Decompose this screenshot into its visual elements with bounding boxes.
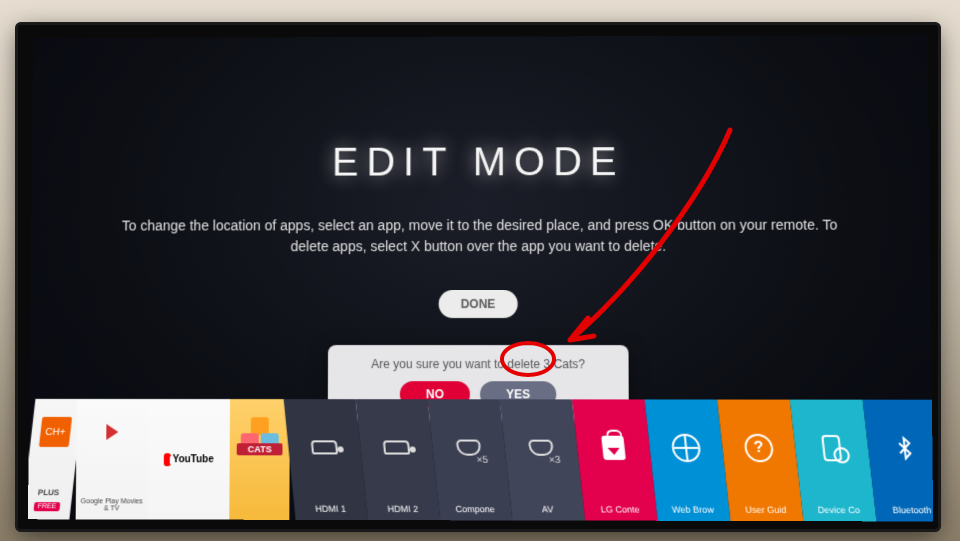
- app-tile-component[interactable]: ×5 Compone: [428, 399, 513, 520]
- app-tile-hdmi2[interactable]: HDMI 2: [356, 399, 441, 520]
- lgcontent-label: LG Conte: [587, 504, 653, 514]
- hdmi-icon: [311, 440, 338, 454]
- device-connector-icon: [821, 435, 842, 461]
- bluetooth-label: Bluetooth: [879, 505, 933, 515]
- globe-icon: [670, 434, 701, 462]
- channelplus-label: PLUS: [37, 488, 59, 497]
- av-plug-icon: ×3: [528, 440, 554, 456]
- av-label: AV: [515, 504, 581, 514]
- shopping-bag-icon: [601, 436, 626, 460]
- deviceconnector-label: Device Co: [806, 505, 872, 515]
- userguide-label: User Guid: [733, 505, 799, 515]
- app-tile-av[interactable]: ×3 AV: [500, 399, 585, 520]
- app-tile-lgcontent[interactable]: LG Conte: [572, 399, 658, 520]
- bluetooth-icon: [891, 436, 918, 460]
- component-label: Compone: [442, 504, 507, 514]
- app-tile-cats[interactable]: CATS: [229, 399, 290, 520]
- app-tile-hdmi1[interactable]: HDMI 1: [284, 399, 368, 520]
- question-icon: ?: [743, 434, 774, 462]
- app-tile-webbrowser[interactable]: Web Brow: [645, 399, 731, 520]
- done-button[interactable]: DONE: [439, 290, 518, 318]
- cats-icon: CATS: [237, 429, 283, 465]
- googleplay-label: Google Play Movies & TV: [80, 498, 144, 514]
- hdmi-icon: [383, 440, 410, 454]
- app-tile-userguide[interactable]: ? User Guid: [717, 400, 803, 522]
- hdmi1-label: HDMI 1: [298, 504, 363, 514]
- hdmi2-label: HDMI 2: [370, 504, 435, 514]
- component-plug-icon: ×5: [456, 440, 482, 456]
- webbrowser-label: Web Brow: [660, 505, 726, 515]
- dialog-message: Are you sure you want to delete 3 Cats?: [342, 357, 615, 371]
- youtube-icon: YouTube: [164, 451, 214, 467]
- tv-frame: EDIT MODE To change the location of apps…: [18, 25, 938, 529]
- app-tile-googleplay[interactable]: Google Play Movies & TV: [76, 399, 149, 520]
- channelplus-icon: CH+: [37, 432, 70, 462]
- channelplus-badge: FREE: [33, 502, 61, 511]
- instruction-text: To change the location of apps, select a…: [110, 215, 850, 258]
- app-tile-deviceconnector[interactable]: Device Co: [790, 400, 877, 522]
- page-title: EDIT MODE: [332, 140, 625, 185]
- tv-screen: EDIT MODE To change the location of apps…: [28, 35, 933, 521]
- app-tile-channelplus[interactable]: CH+ PLUS FREE: [28, 399, 83, 519]
- app-tile-youtube[interactable]: YouTube: [147, 399, 230, 520]
- app-launcher-row[interactable]: CH+ PLUS FREE Google Play Movies & TV Yo…: [28, 399, 933, 522]
- googleplay-icon: [106, 439, 118, 455]
